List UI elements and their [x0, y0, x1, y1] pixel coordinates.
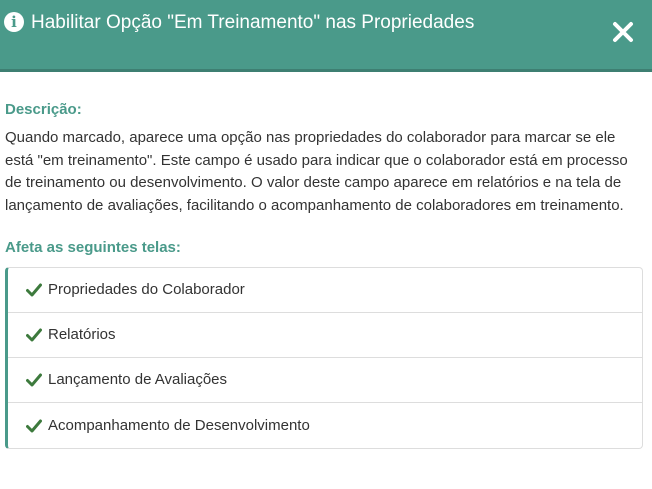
check-icon — [26, 328, 42, 342]
check-icon — [26, 373, 42, 387]
info-circle-icon: i — [4, 12, 24, 32]
list-item: Lançamento de Avaliações — [8, 358, 642, 403]
close-icon — [613, 22, 633, 42]
description-label: Descrição: — [5, 101, 82, 118]
list-item: Acompanhamento de Desenvolvimento — [8, 403, 642, 448]
check-icon — [26, 283, 42, 297]
list-item-label: Acompanhamento de Desenvolvimento — [48, 416, 310, 434]
modal-body: Descrição: Quando marcado, aparece uma o… — [5, 100, 645, 449]
affects-label: Afeta as seguintes telas: — [5, 239, 181, 256]
list-item-label: Relatórios — [48, 326, 116, 343]
close-button[interactable] — [611, 20, 635, 44]
description-text: Quando marcado, aparece uma opção nas pr… — [5, 129, 628, 214]
modal-header: i Habilitar Opção "Em Treinamento" nas P… — [0, 0, 652, 72]
check-icon — [26, 419, 42, 432]
affected-screens-list: Propriedades do Colaborador Relatórios L… — [5, 267, 643, 449]
list-item: Relatórios — [8, 313, 642, 358]
modal-title: Habilitar Opção "Em Treinamento" nas Pro… — [31, 12, 475, 33]
list-item: Propriedades do Colaborador — [8, 268, 642, 313]
settings-info-modal: i Habilitar Opção "Em Treinamento" nas P… — [0, 0, 652, 489]
list-item-label: Propriedades do Colaborador — [48, 281, 245, 298]
list-item-label: Lançamento de Avaliações — [48, 371, 228, 388]
